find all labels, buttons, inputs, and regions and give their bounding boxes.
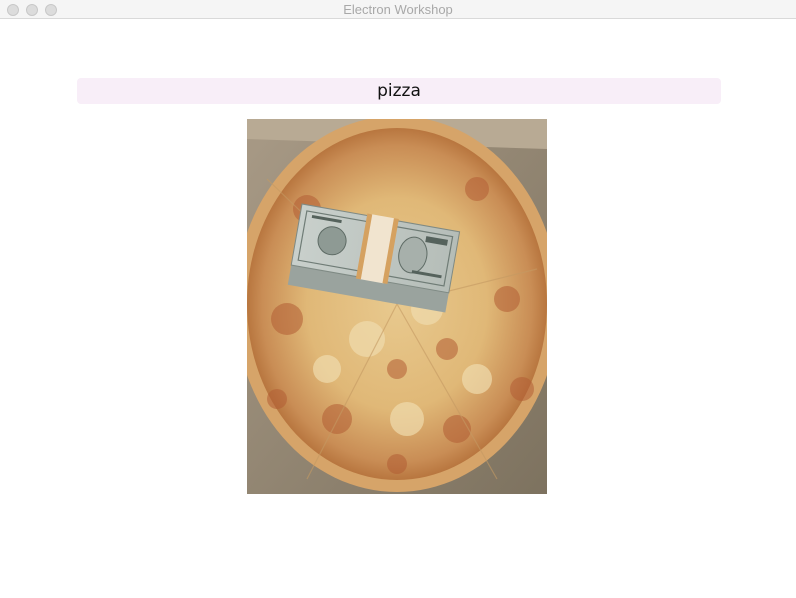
window-title: Electron Workshop xyxy=(343,2,453,17)
window-titlebar: Electron Workshop xyxy=(0,0,796,19)
search-input[interactable] xyxy=(77,78,721,104)
pizza-image xyxy=(247,119,547,494)
